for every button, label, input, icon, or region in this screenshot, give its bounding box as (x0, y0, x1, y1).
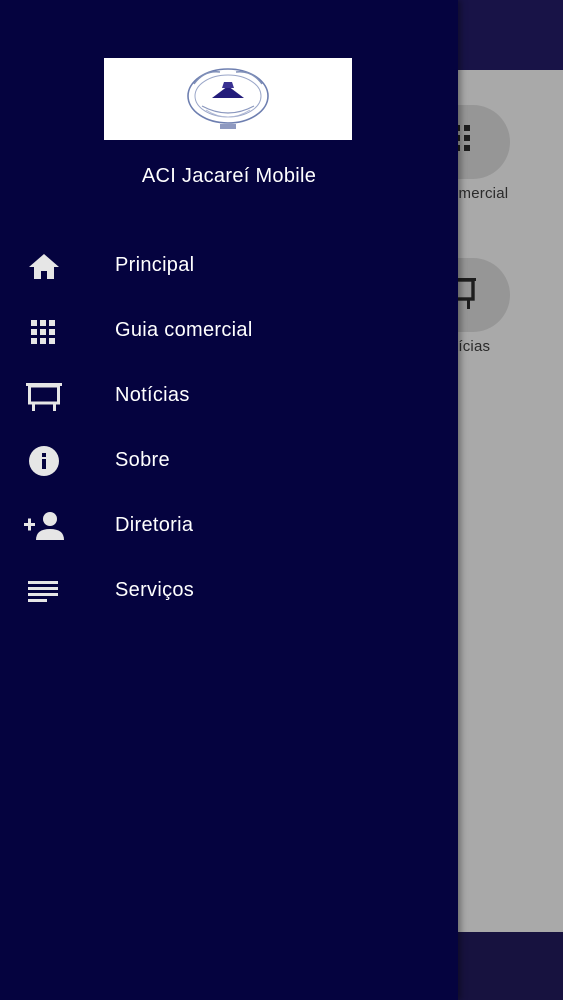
menu-item-label: Notícias (115, 384, 190, 406)
menu-item-label: Sobre (115, 449, 170, 471)
list-icon (22, 575, 66, 607)
menu-item-label: Guia comercial (115, 319, 253, 341)
grid-icon (22, 315, 66, 347)
menu-item-guia-comercial[interactable]: Guia comercial (0, 303, 458, 359)
menu-item-noticias[interactable]: Notícias (0, 368, 458, 424)
info-icon (22, 445, 66, 477)
tile-noticias-label: tícias (454, 338, 491, 355)
menu-item-diretoria[interactable]: Diretoria (0, 498, 458, 554)
menu-item-label: Principal (115, 254, 195, 276)
screen: omercial tícias ACI Jacareí Mobile Princ… (0, 0, 563, 1000)
aci-jacarei-logo (187, 68, 269, 129)
home-icon (22, 250, 66, 282)
logo-banner (104, 58, 352, 140)
menu-item-label: Serviços (115, 579, 195, 601)
app-name: ACI Jacareí Mobile (141, 165, 317, 187)
menu-item-sobre[interactable]: Sobre (0, 433, 458, 489)
person-add-icon (22, 510, 66, 542)
navigation-drawer: ACI Jacareí Mobile Principal Guia comerc… (0, 0, 458, 1000)
menu-item-label: Diretoria (115, 514, 194, 536)
menu-item-principal[interactable]: Principal (0, 238, 458, 294)
menu-item-servicos[interactable]: Serviços (0, 563, 458, 619)
tile-guia-comercial-label: omercial (450, 185, 509, 202)
easel-icon (22, 380, 66, 412)
